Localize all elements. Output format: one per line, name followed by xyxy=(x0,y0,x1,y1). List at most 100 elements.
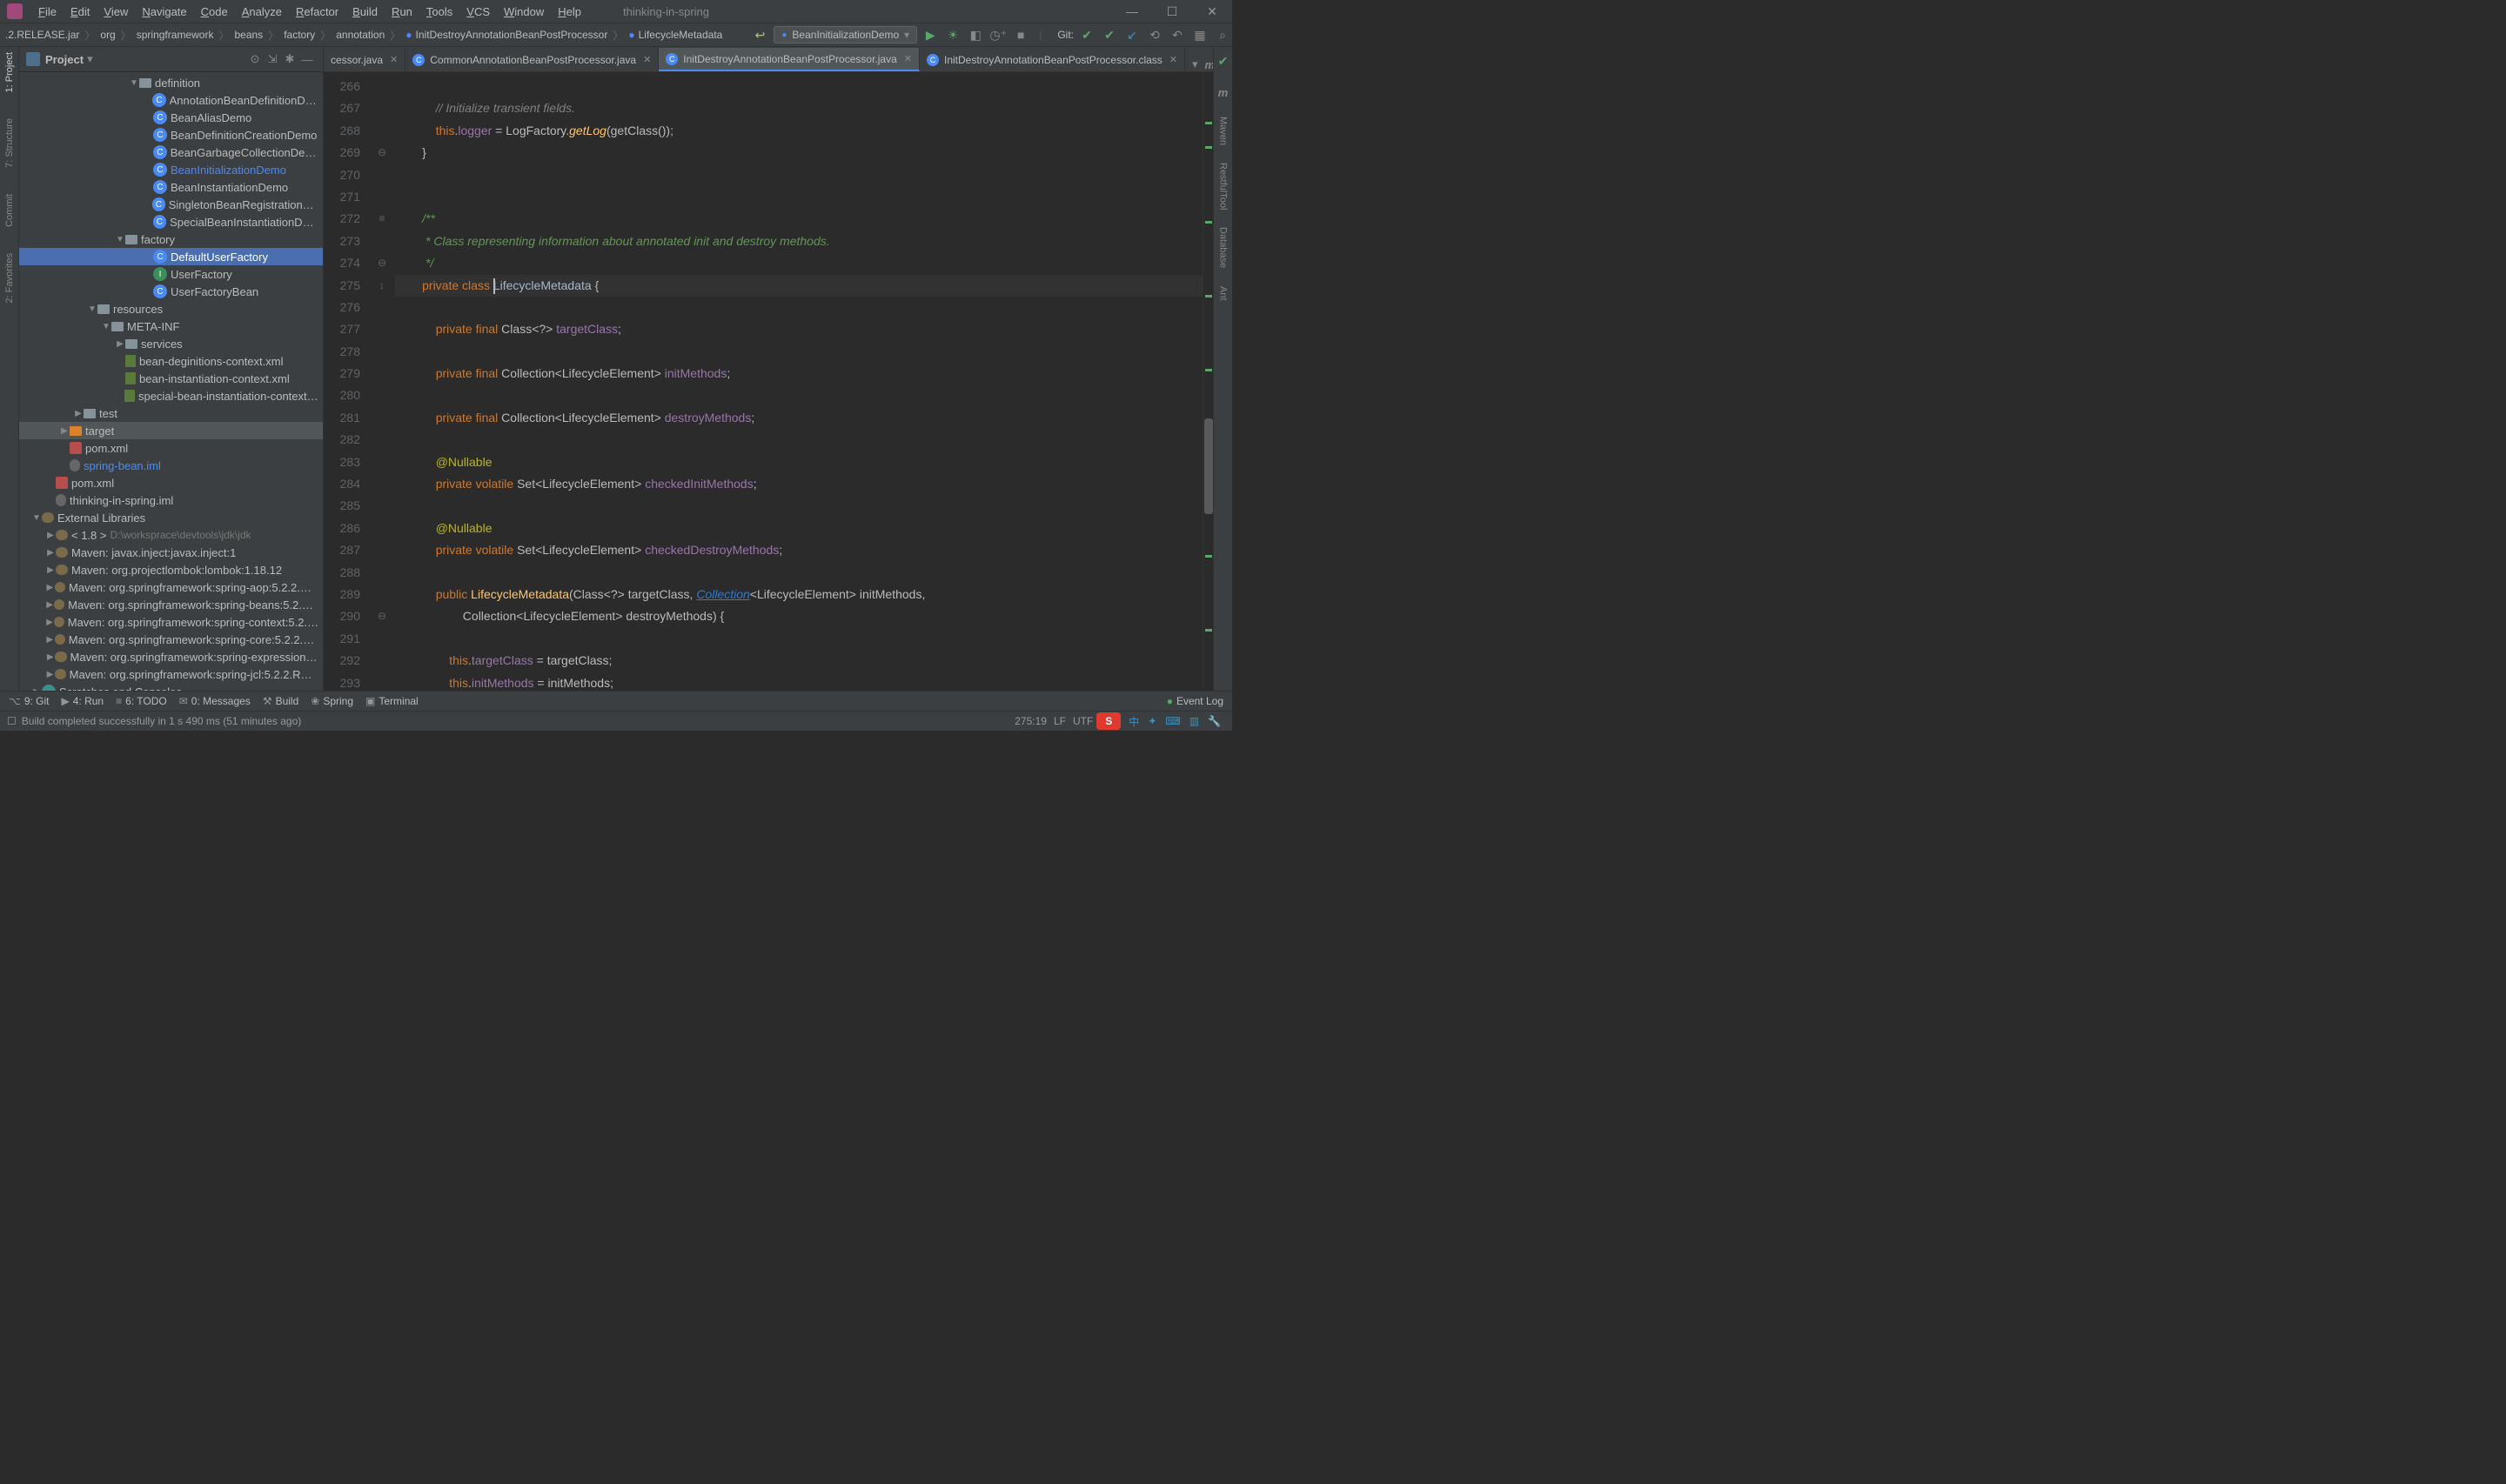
close-tab-icon[interactable]: ✕ xyxy=(390,54,398,65)
marker-gutter[interactable]: ⊖≡⊖↕⊖ xyxy=(369,72,395,691)
tool-tab-build[interactable]: ⚒Build xyxy=(263,695,298,707)
settings-icon[interactable]: ✱ xyxy=(281,52,298,66)
tree-node[interactable]: ▼definition xyxy=(19,74,323,91)
cursor-position[interactable]: 275:19 xyxy=(1015,715,1047,727)
vcs-commit-icon[interactable]: ✔ xyxy=(1077,28,1096,43)
maximize-button[interactable]: ☐ xyxy=(1152,4,1192,19)
menu-analyze[interactable]: Analyze xyxy=(235,5,289,18)
inspection-ok-icon[interactable]: ✔ xyxy=(1218,54,1229,69)
tree-node[interactable]: ▼External Libraries xyxy=(19,509,323,526)
ide-settings-icon[interactable]: ▦ xyxy=(1190,28,1209,43)
tool-tab-6-todo[interactable]: ≡6: TODO xyxy=(116,695,167,707)
tree-node[interactable]: pom.xml xyxy=(19,439,323,457)
tree-node[interactable]: ▶Maven: org.springframework:spring-expre… xyxy=(19,648,323,665)
line-separator[interactable]: LF xyxy=(1054,715,1066,727)
tree-node[interactable]: BeanAliasDemo xyxy=(19,109,323,126)
tree-node[interactable]: ▶Maven: org.springframework:spring-core:… xyxy=(19,631,323,648)
ime-icon[interactable]: S xyxy=(1096,712,1121,730)
search-everywhere-icon[interactable]: ⌕ xyxy=(1213,28,1232,43)
tree-node[interactable]: UserFactoryBean xyxy=(19,283,323,300)
vcs-revert-icon[interactable]: ↶ xyxy=(1168,28,1187,43)
tree-node[interactable]: ▶Maven: org.springframework:spring-jcl:5… xyxy=(19,665,323,683)
hide-icon[interactable]: — xyxy=(298,53,316,66)
tree-node[interactable]: ▶Scratches and Consoles xyxy=(19,683,323,691)
tree-node[interactable]: spring-bean.iml xyxy=(19,457,323,474)
menu-file[interactable]: File xyxy=(31,5,64,18)
ime-skin-icon[interactable]: ▥ xyxy=(1189,715,1199,727)
left-rail-commit[interactable]: Commit xyxy=(4,194,15,227)
error-stripe[interactable] xyxy=(1203,72,1213,691)
crumb-3[interactable]: beans xyxy=(229,29,268,41)
vcs-push-icon[interactable]: ✔ xyxy=(1100,28,1119,43)
minimize-button[interactable]: — xyxy=(1112,4,1152,19)
crumb-4[interactable]: factory xyxy=(278,29,320,41)
right-rail-restfultool[interactable]: RestfulTool xyxy=(1218,163,1229,210)
crumb-5[interactable]: annotation xyxy=(331,29,390,41)
tree-node[interactable]: pom.xml xyxy=(19,474,323,491)
close-button[interactable]: ✕ xyxy=(1192,4,1232,19)
close-tab-icon[interactable]: ✕ xyxy=(904,53,912,64)
tree-node[interactable]: bean-instantiation-context.xml xyxy=(19,370,323,387)
tree-node[interactable]: BeanInstantiationDemo xyxy=(19,178,323,196)
menu-run[interactable]: Run xyxy=(385,5,419,18)
menu-tools[interactable]: Tools xyxy=(419,5,459,18)
run-button[interactable]: ▶ xyxy=(921,28,940,43)
menu-refactor[interactable]: Refactor xyxy=(289,5,345,18)
left-rail-7-structure[interactable]: 7: Structure xyxy=(4,118,15,168)
ime-kbd-icon[interactable]: ⌨ xyxy=(1165,715,1180,727)
tool-tab-4-run[interactable]: ▶4: Run xyxy=(62,695,104,707)
tool-tab-terminal[interactable]: ▣Terminal xyxy=(365,695,419,707)
tree-node[interactable]: ▶services xyxy=(19,335,323,352)
tree-node[interactable]: SingletonBeanRegistrationDemo xyxy=(19,196,323,213)
profile-button[interactable]: ◷⁺ xyxy=(988,28,1008,43)
tool-tab-9-git[interactable]: ⌥9: Git xyxy=(9,695,50,707)
crumb-6[interactable]: InitDestroyAnnotationBeanPostProcessor xyxy=(400,29,613,41)
tree-node[interactable]: DefaultUserFactory xyxy=(19,248,323,265)
code-area[interactable]: // Initialize transient fields. this.log… xyxy=(395,72,1203,691)
tree-node[interactable]: special-bean-instantiation-context.xml xyxy=(19,387,323,404)
menu-window[interactable]: Window xyxy=(497,5,551,18)
tree-node[interactable]: ▼factory xyxy=(19,231,323,248)
locate-icon[interactable]: ⊙ xyxy=(246,52,264,66)
crumb-7[interactable]: LifecycleMetadata xyxy=(623,29,727,41)
left-rail-1-project[interactable]: 1: Project xyxy=(4,52,15,92)
stop-button[interactable]: ■ xyxy=(1011,28,1030,42)
menu-vcs[interactable]: VCS xyxy=(459,5,497,18)
tree-node[interactable]: bean-deginitions-context.xml xyxy=(19,352,323,370)
editor-tab[interactable]: CommonAnnotationBeanPostProcessor.java✕ xyxy=(405,48,659,71)
file-encoding[interactable]: UTF xyxy=(1073,715,1093,727)
menu-code[interactable]: Code xyxy=(194,5,235,18)
ime-tool-icon[interactable]: 🔧 xyxy=(1208,715,1221,727)
menu-edit[interactable]: Edit xyxy=(64,5,97,18)
debug-button[interactable]: ☀ xyxy=(943,28,962,43)
tree-node[interactable]: BeanDefinitionCreationDemo xyxy=(19,126,323,144)
status-indicator-icon[interactable]: ☐ xyxy=(7,715,17,727)
editor-tab[interactable]: cessor.java✕ xyxy=(324,48,405,71)
coverage-button[interactable]: ◧ xyxy=(966,28,985,43)
run-config-selector[interactable]: BeanInitializationDemo▾ xyxy=(774,26,917,43)
left-rail-2-favorites[interactable]: 2: Favorites xyxy=(4,253,15,303)
scrollbar-thumb[interactable] xyxy=(1204,418,1213,514)
ime-lang-icon[interactable]: 中 xyxy=(1129,714,1139,729)
right-rail-ant[interactable]: Ant xyxy=(1218,286,1229,301)
vcs-update-icon[interactable]: ↙ xyxy=(1122,28,1142,43)
ime-punct-icon[interactable]: ✦ xyxy=(1148,715,1156,727)
tree-node[interactable]: BeanInitializationDemo xyxy=(19,161,323,178)
line-number-gutter[interactable]: 2662672682692702712722732742752762772782… xyxy=(324,72,369,691)
right-rail-maven[interactable]: Maven xyxy=(1218,117,1229,145)
tree-node[interactable]: ▶Maven: org.springframework:spring-conte… xyxy=(19,613,323,631)
breadcrumb[interactable]: .2.RELEASE.jar〉org〉springframework〉beans… xyxy=(0,23,727,46)
project-tree[interactable]: ▼definitionAnnotationBeanDefinitionDemoB… xyxy=(19,72,323,691)
close-tab-icon[interactable]: ✕ xyxy=(1169,54,1177,65)
tree-node[interactable]: ▼META-INF xyxy=(19,318,323,335)
tool-tab-spring[interactable]: ❀Spring xyxy=(311,695,353,707)
tool-tab-0-messages[interactable]: ✉0: Messages xyxy=(179,695,251,707)
event-log-button[interactable]: Event Log xyxy=(1167,695,1223,707)
crumb-0[interactable]: .2.RELEASE.jar xyxy=(0,29,84,41)
crumb-2[interactable]: springframework xyxy=(131,29,219,41)
tree-node[interactable]: BeanGarbageCollectionDemo xyxy=(19,144,323,161)
menu-build[interactable]: Build xyxy=(345,5,385,18)
menu-help[interactable]: Help xyxy=(551,5,588,18)
tree-node[interactable]: SpecialBeanInstantiationDemo xyxy=(19,213,323,231)
tree-node[interactable]: UserFactory xyxy=(19,265,323,283)
